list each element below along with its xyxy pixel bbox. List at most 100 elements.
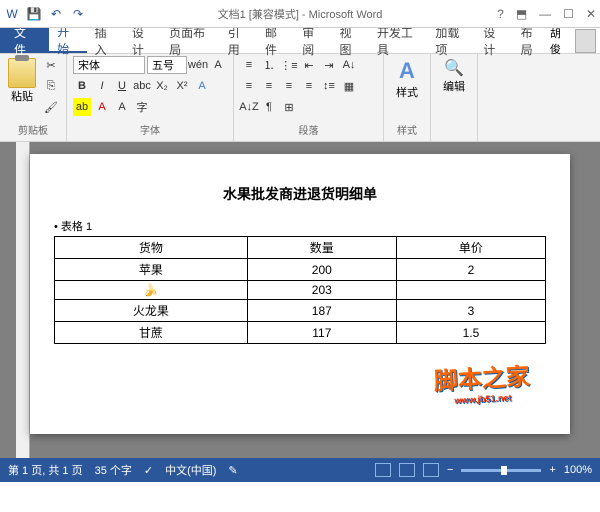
editing-button[interactable]: 🔍 编辑 <box>437 56 471 96</box>
numbering-icon[interactable]: ⒈ <box>260 56 278 74</box>
increase-indent-icon[interactable]: ⇥ <box>320 56 338 74</box>
tab-file[interactable]: 文件 <box>0 28 49 53</box>
ribbon-tabs: 文件 开始 插入 设计 页面布局 引用 邮件 审阅 视图 开发工具 加载项 设计… <box>0 28 600 54</box>
doc-table[interactable]: 货物 数量 单价 苹果2002 🍌203 火龙果1873 甘蔗1171.5 <box>54 236 546 344</box>
quick-access-toolbar: W 💾 ↶ ↷ <box>4 6 86 22</box>
find-icon: 🔍 <box>444 58 464 78</box>
table-row: 货物 数量 单价 <box>55 237 546 259</box>
zoom-slider[interactable] <box>461 469 541 472</box>
enclose-char-icon[interactable]: A <box>209 56 227 74</box>
table-row: 🍌203 <box>55 281 546 300</box>
page[interactable]: 水果批发商进退货明细单 • 表格 1 货物 数量 单价 苹果2002 🍌203 … <box>30 154 570 434</box>
superscript-icon[interactable]: X² <box>173 77 191 95</box>
avatar[interactable] <box>575 29 596 53</box>
status-page[interactable]: 第 1 页, 共 1 页 <box>8 462 83 478</box>
zoom-out-icon[interactable]: − <box>447 464 453 476</box>
undo-icon[interactable]: ↶ <box>48 6 64 22</box>
table-header[interactable]: 货物 <box>55 237 248 259</box>
status-proof-icon[interactable]: ✓ <box>144 464 153 477</box>
align-center-icon[interactable]: ≡ <box>260 77 278 95</box>
status-insert-icon[interactable]: ✎ <box>228 464 237 477</box>
status-lang[interactable]: 中文(中国) <box>165 462 216 478</box>
text-effects-icon[interactable]: A <box>193 77 211 95</box>
tab-addins[interactable]: 加载项 <box>427 28 475 53</box>
highlight-icon[interactable]: ab <box>73 98 91 116</box>
table-row: 火龙果1873 <box>55 300 546 322</box>
group-editing: 🔍 编辑 <box>431 54 478 141</box>
group-paragraph: ≡ ⒈ ⋮≡ ⇤ ⇥ A↓ ≡ ≡ ≡ ≡ ↕≡ ▦ A↓Z ¶ ⊞ 段落 <box>234 54 384 141</box>
tab-developer[interactable]: 开发工具 <box>369 28 428 53</box>
align-right-icon[interactable]: ≡ <box>280 77 298 95</box>
view-print-icon[interactable] <box>375 463 391 477</box>
zoom-level[interactable]: 100% <box>564 464 592 476</box>
styles-button[interactable]: A 样式 <box>390 56 424 102</box>
text-direction-icon[interactable]: A↓ <box>340 56 358 74</box>
decrease-indent-icon[interactable]: ⇤ <box>300 56 318 74</box>
bullets-icon[interactable]: ≡ <box>240 56 258 74</box>
show-marks-icon[interactable]: ¶ <box>260 98 278 116</box>
doc-title[interactable]: 水果批发商进退货明细单 <box>54 184 546 204</box>
tab-review[interactable]: 审阅 <box>294 28 331 53</box>
paste-button[interactable]: 粘贴 <box>6 56 38 106</box>
view-web-icon[interactable] <box>423 463 439 477</box>
view-read-icon[interactable] <box>399 463 415 477</box>
char-border-icon[interactable]: 字 <box>133 98 151 116</box>
ribbon: 粘贴 ✂ ⎘ 🖌 剪贴板 宋体 五号 wén A B I U abc X₂ <box>0 54 600 142</box>
save-icon[interactable]: 💾 <box>26 6 42 22</box>
shading-icon[interactable]: ▦ <box>340 77 358 95</box>
close-icon[interactable]: ✕ <box>586 7 596 21</box>
username[interactable]: 胡俊 <box>550 25 569 57</box>
clipboard-group-label: 剪贴板 <box>6 120 60 139</box>
subscript-icon[interactable]: X₂ <box>153 77 171 95</box>
tab-home[interactable]: 开始 <box>49 28 86 53</box>
tab-table-layout[interactable]: 布局 <box>513 28 550 53</box>
bold-button[interactable]: B <box>73 77 91 95</box>
tab-layout[interactable]: 页面布局 <box>161 28 220 53</box>
phonetic-guide-icon[interactable]: wén <box>189 56 207 74</box>
font-size-combo[interactable]: 五号 <box>147 56 187 74</box>
tab-view[interactable]: 视图 <box>332 28 369 53</box>
borders-icon[interactable]: ⊞ <box>280 98 298 116</box>
minimize-icon[interactable]: — <box>539 7 551 21</box>
status-words[interactable]: 35 个字 <box>95 462 132 478</box>
styles-label: 样式 <box>396 84 418 100</box>
font-color-icon[interactable]: A <box>93 98 111 116</box>
table-row: 甘蔗1171.5 <box>55 322 546 344</box>
tab-insert[interactable]: 插入 <box>87 28 124 53</box>
copy-icon[interactable]: ⎘ <box>42 77 60 95</box>
align-left-icon[interactable]: ≡ <box>240 77 258 95</box>
underline-button[interactable]: U <box>113 77 131 95</box>
help-icon[interactable]: ? <box>497 7 504 21</box>
strikethrough-icon[interactable]: abc <box>133 77 151 95</box>
paragraph-group-label: 段落 <box>240 120 377 139</box>
vertical-ruler[interactable] <box>16 142 30 458</box>
multilevel-icon[interactable]: ⋮≡ <box>280 56 298 74</box>
format-painter-icon[interactable]: 🖌 <box>42 98 60 116</box>
justify-icon[interactable]: ≡ <box>300 77 318 95</box>
table-caption[interactable]: • 表格 1 <box>54 218 546 234</box>
sort-icon[interactable]: A↓Z <box>240 98 258 116</box>
tab-design[interactable]: 设计 <box>124 28 161 53</box>
watermark: 脚本之家 www.jb51.net <box>433 357 531 407</box>
redo-icon[interactable]: ↷ <box>70 6 86 22</box>
zoom-in-icon[interactable]: + <box>549 464 555 476</box>
font-family-combo[interactable]: 宋体 <box>73 56 145 74</box>
tab-table-design[interactable]: 设计 <box>475 28 512 53</box>
italic-button[interactable]: I <box>93 77 111 95</box>
cut-icon[interactable]: ✂ <box>42 56 60 74</box>
tab-mailings[interactable]: 邮件 <box>257 28 294 53</box>
table-header[interactable]: 数量 <box>247 237 396 259</box>
ribbon-options-icon[interactable]: ⬒ <box>516 7 527 21</box>
group-font: 宋体 五号 wén A B I U abc X₂ X² A ab A A 字 字… <box>67 54 234 141</box>
editing-label: 编辑 <box>443 78 465 94</box>
word-icon: W <box>4 6 20 22</box>
titlebar: W 💾 ↶ ↷ 文档1 [兼容模式] - Microsoft Word ? ⬒ … <box>0 0 600 28</box>
group-styles: A 样式 样式 <box>384 54 431 141</box>
tab-references[interactable]: 引用 <box>220 28 257 53</box>
line-spacing-icon[interactable]: ↕≡ <box>320 77 338 95</box>
maximize-icon[interactable]: ☐ <box>563 7 574 21</box>
table-header[interactable]: 单价 <box>396 237 545 259</box>
styles-group-label: 样式 <box>390 120 424 139</box>
char-shading-icon[interactable]: A <box>113 98 131 116</box>
document-area[interactable]: 水果批发商进退货明细单 • 表格 1 货物 数量 单价 苹果2002 🍌203 … <box>0 142 600 458</box>
